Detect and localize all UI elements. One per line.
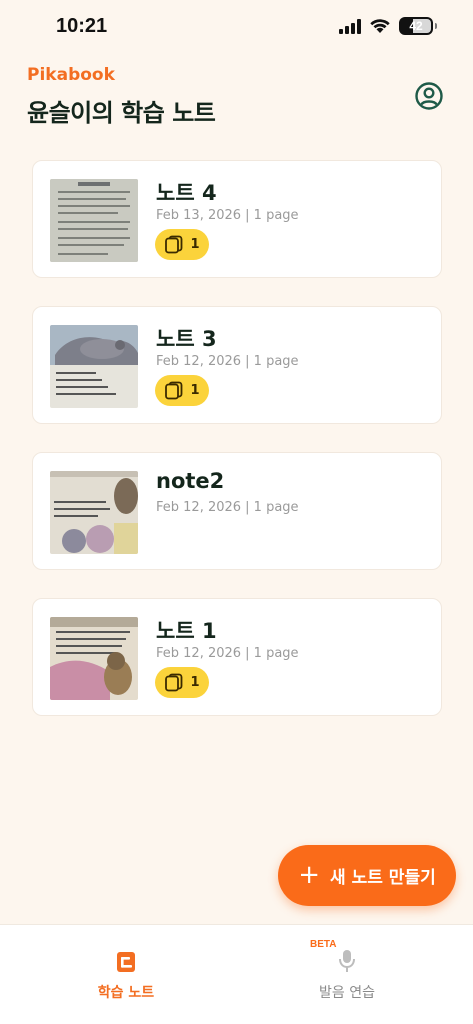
profile-button[interactable] [414,81,444,111]
new-note-label: 새 노트 만들기 [330,868,436,888]
note-meta: Feb 12, 2026 | 1 page [156,500,299,515]
tab-pronunciation-practice[interactable]: BETA 발음 연습 [229,925,465,1024]
badge-count: 1 [190,383,200,398]
battery-icon: 42 [399,17,433,35]
cellular-signal-icon [339,18,361,34]
wifi-icon [370,19,390,33]
page-count-badge: 1 [155,667,209,698]
flashcard-icon [165,673,183,692]
page-count-badge: 1 [155,229,209,260]
flashcard-icon [165,235,183,254]
note-title: 노트 1 [156,619,217,643]
note-thumbnail [50,471,138,554]
tab-study-notes-label: 학습 노트 [97,985,155,1001]
microphone-icon [339,950,355,972]
note-thumbnail [50,325,138,408]
note-card[interactable]: 노트 4 Feb 13, 2026 | 1 page 1 [32,160,442,278]
note-meta: Feb 12, 2026 | 1 page [156,646,299,661]
note-card[interactable]: 노트 3 Feb 12, 2026 | 1 page 1 [32,306,442,424]
note-thumbnail [50,617,138,700]
battery-level: 42 [409,19,423,33]
flashcard-icon [165,381,183,400]
note-book-icon [117,952,135,972]
note-title: 노트 4 [156,181,217,205]
badge-count: 1 [190,237,200,252]
note-meta: Feb 12, 2026 | 1 page [156,354,299,369]
status-time: 10:21 [56,15,108,37]
new-note-button[interactable]: + 새 노트 만들기 [278,845,456,906]
tab-study-notes[interactable]: 학습 노트 [8,925,244,1024]
note-title: 노트 3 [156,327,217,351]
page-count-badge: 1 [155,375,209,406]
tab-pronunciation-label: 발음 연습 [319,985,375,1001]
plus-icon: + [298,859,321,890]
note-card[interactable]: 노트 1 Feb 12, 2026 | 1 page 1 [32,598,442,716]
page-title: 윤슬이의 학습 노트 [27,99,216,127]
beta-badge: BETA [310,939,337,950]
brand-name: Pikabook [27,65,115,85]
badge-count: 1 [190,675,200,690]
note-title: note2 [156,469,225,493]
note-meta: Feb 13, 2026 | 1 page [156,208,299,223]
status-bar: 10:21 42 [0,0,473,56]
status-icons: 42 [339,17,437,35]
user-profile-icon [415,82,443,110]
note-thumbnail [50,179,138,262]
bottom-navigation: 학습 노트 BETA 발음 연습 [0,924,473,1024]
note-card[interactable]: note2 Feb 12, 2026 | 1 page [32,452,442,570]
